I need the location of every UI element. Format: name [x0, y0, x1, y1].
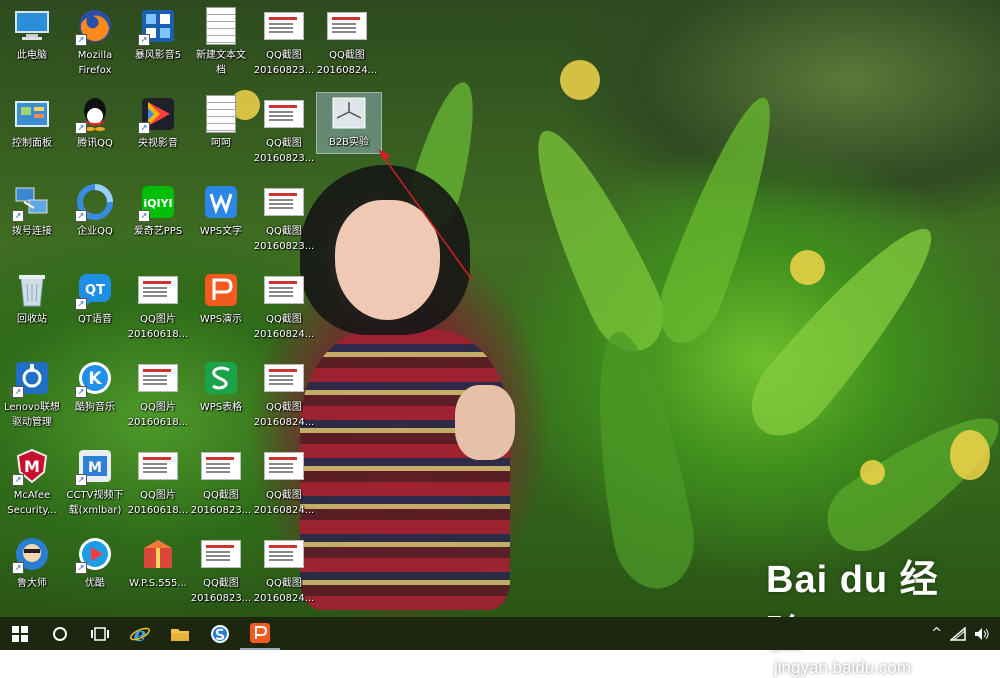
windows-start-icon[interactable] — [0, 617, 40, 650]
watermark-url: jingyan.baidu.com — [774, 658, 912, 677]
ie-browser-icon[interactable]: e — [120, 617, 160, 650]
file-explorer-icon[interactable] — [160, 617, 200, 650]
svg-text:e: e — [134, 623, 147, 645]
task-view-icon[interactable] — [80, 617, 120, 650]
volume-icon[interactable] — [974, 627, 990, 641]
cortana-search-icon[interactable] — [40, 617, 80, 650]
network-icon[interactable] — [950, 626, 966, 641]
sogou-browser-icon[interactable] — [200, 617, 240, 650]
baidu-jingyan-watermark: Bai du 经验 jingyan.baidu.com — [766, 548, 966, 678]
chevron-up-icon[interactable]: ^ — [931, 626, 942, 641]
taskbar: e ^ — [0, 617, 1000, 650]
system-tray: ^ — [931, 617, 1000, 650]
wps-presentation-taskbar-icon[interactable] — [240, 617, 280, 650]
annotation-arrow — [378, 149, 473, 281]
